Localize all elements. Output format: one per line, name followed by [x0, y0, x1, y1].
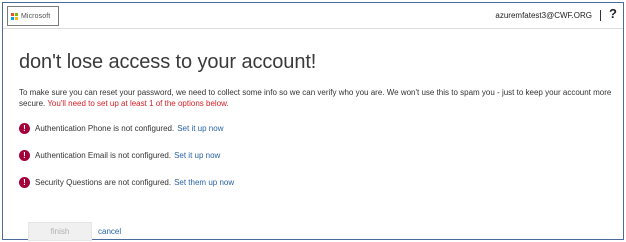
help-icon[interactable]: ? [609, 6, 617, 21]
logo-text: Microsoft [21, 12, 51, 20]
security-questions-status: Security Questions are not configured. [35, 178, 172, 187]
auth-email-item: ! Authentication Email is not configured… [19, 150, 220, 161]
setup-phone-link[interactable]: Set it up now [177, 124, 223, 133]
microsoft-grid-icon [11, 12, 18, 20]
header-divider [600, 10, 601, 21]
intro-required-note: You'll need to set up at least 1 of the … [47, 99, 229, 108]
window-frame: Microsoft azuremfatest3@CWF.ORG ? don't … [2, 2, 624, 241]
header-bar: Microsoft azuremfatest3@CWF.ORG ? [3, 3, 623, 29]
setup-questions-link[interactable]: Set them up now [174, 178, 234, 187]
auth-phone-item: ! Authentication Phone is not configured… [19, 123, 223, 134]
alert-icon: ! [19, 150, 30, 161]
alert-icon: ! [19, 177, 30, 188]
setup-email-link[interactable]: Set it up now [174, 151, 220, 160]
finish-button[interactable]: finish [28, 222, 92, 241]
account-name[interactable]: azuremfatest3@CWF.ORG [495, 11, 592, 20]
alert-icon: ! [19, 123, 30, 134]
page-title: don't lose access to your account! [19, 51, 317, 73]
microsoft-logo: Microsoft [7, 6, 59, 26]
auth-email-status: Authentication Email is not configured. [35, 151, 172, 160]
auth-phone-status: Authentication Phone is not configured. [35, 124, 175, 133]
intro-text: To make sure you can reset your password… [19, 87, 619, 109]
cancel-link[interactable]: cancel [98, 227, 121, 236]
security-questions-item: ! Security Questions are not configured.… [19, 177, 234, 188]
